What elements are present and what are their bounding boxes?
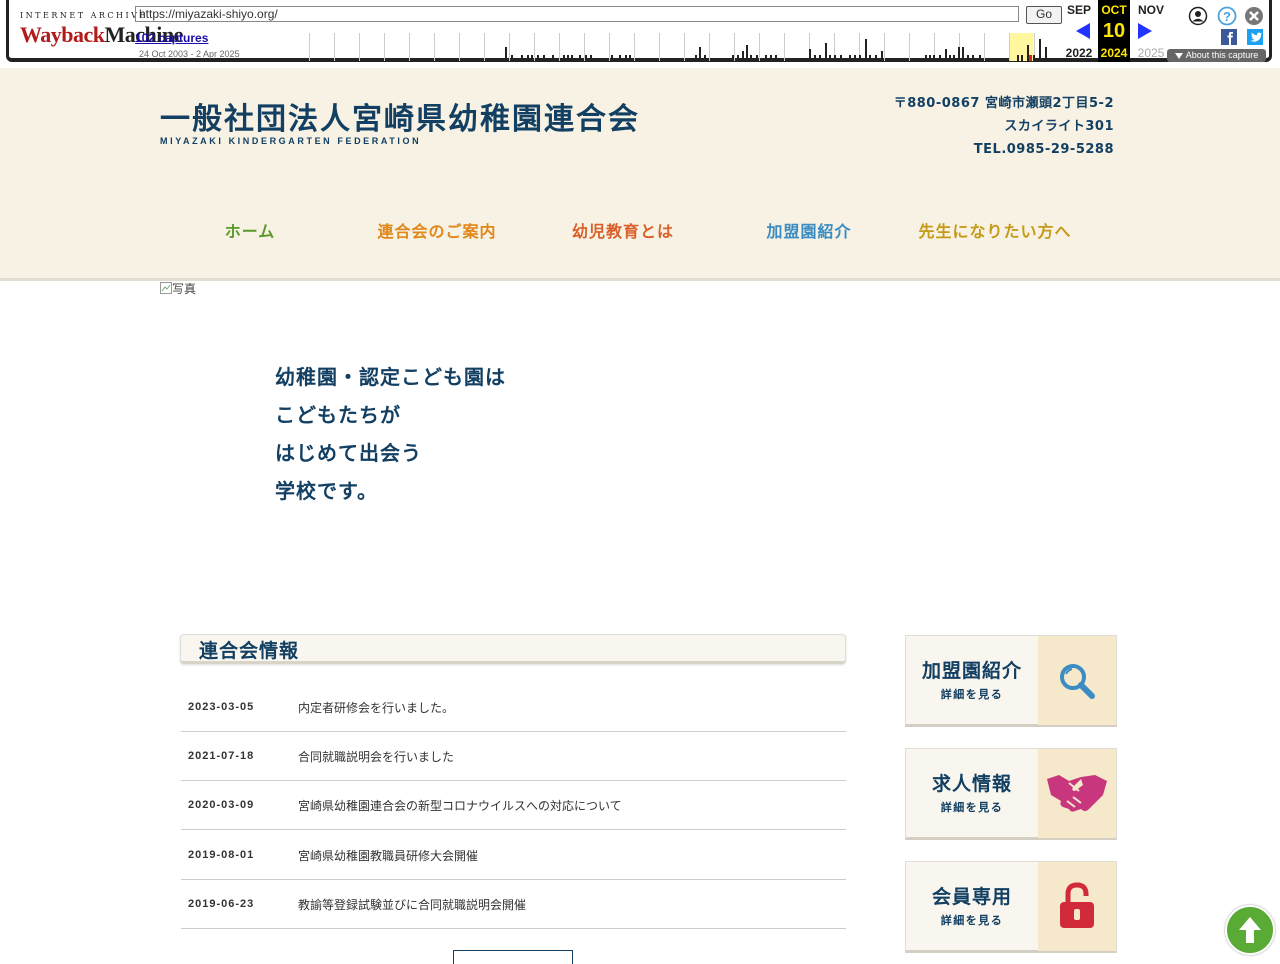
card-members-only[interactable]: 会員専用 詳細を見る (905, 861, 1117, 953)
news-date: 2021-07-18 (188, 750, 255, 762)
hero-line: 幼稚園・認定こども園は (275, 365, 506, 389)
news-date: 2019-08-01 (188, 849, 255, 861)
nav-item-home[interactable]: ホーム (160, 218, 340, 242)
wayback-next-month[interactable]: NOV (1132, 3, 1170, 17)
wayback-calendar: SEP OCT NOV 10 2022 2024 2025 (1060, 0, 1176, 62)
broken-image-icon (160, 282, 172, 294)
wayback-prev-year[interactable]: 2022 (1060, 46, 1098, 60)
news-item[interactable]: 2019-06-23 教諭等登録試験並びに合同就職説明会開催 (181, 880, 846, 929)
wayback-next-arrow-icon[interactable] (1138, 23, 1152, 39)
card-title: 求人情報 (931, 773, 1012, 795)
news-link[interactable]: 内定者研修会を行いました。 (298, 699, 454, 716)
wayback-prev-arrow-icon[interactable] (1076, 23, 1090, 39)
hero-line: こどもたちが (275, 403, 401, 427)
news-section-header: 連合会情報 (180, 634, 846, 664)
arrow-up-icon (1239, 917, 1261, 943)
wayback-toolbar: INTERNET ARCHIVE WaybackMachine https://… (0, 0, 1280, 68)
wayback-go-button[interactable]: Go (1026, 6, 1062, 24)
address-line: スカイライト301 (1004, 119, 1114, 134)
address-line: 〒880-0867 宮崎市瀬頭2丁目5-2 (893, 96, 1114, 111)
wayback-current-day: 10 (1102, 20, 1126, 42)
news-link[interactable]: 教諭等登録試験並びに合同就職説明会開催 (298, 896, 526, 913)
user-icon[interactable] (1188, 6, 1208, 26)
hero-line: はじめて出会う (275, 441, 422, 465)
news-link[interactable]: 宮崎県幼稚園教職員研修大会開催 (298, 847, 478, 864)
news-link[interactable]: 宮崎県幼稚園連合会の新型コロナウイルスへの対応について (298, 797, 622, 814)
main-nav: ホーム 連合会のご案内 幼児教育とは 加盟園紹介 先生になりたい方へ (160, 218, 1120, 248)
site-subtitle: MIYAZAKI KINDERGARTEN FEDERATION (160, 136, 422, 146)
card-title: 会員専用 (931, 886, 1012, 908)
hero-line: 学校です。 (275, 479, 378, 503)
handshake-icon (1047, 775, 1107, 812)
wayback-logo-caption: INTERNET ARCHIVE (20, 11, 148, 20)
lock-icon (1060, 882, 1094, 928)
twitter-icon[interactable] (1247, 29, 1263, 45)
nav-item-education[interactable]: 幼児教育とは (533, 218, 713, 242)
card-job-info[interactable]: 求人情報 詳細を見る (905, 748, 1117, 840)
triangle-down-icon (1174, 52, 1183, 59)
site-header: 一般社団法人宮崎県幼稚園連合会 MIYAZAKI KINDERGARTEN FE… (0, 68, 1280, 281)
news-date: 2019-06-23 (188, 898, 255, 910)
news-link[interactable]: 合同就職説明会を行いました (298, 748, 454, 765)
wayback-url-input[interactable]: https://miyazaki-shiyo.org/ (135, 6, 1019, 22)
card-member-schools[interactable]: 加盟園紹介 詳細を見る (905, 635, 1117, 727)
news-item[interactable]: 2019-08-01 宮崎県幼稚園教職員研修大会開催 (181, 831, 846, 880)
wayback-about-label: About this capture (1185, 50, 1259, 60)
site-address: 〒880-0867 宮崎市瀬頭2丁目5-2 スカイライト301 TEL.0985… (894, 92, 1114, 161)
wayback-captures-link[interactable]: 102 captures (135, 31, 208, 45)
wayback-capture-range: 24 Oct 2003 - 2 Apr 2025 (139, 49, 240, 59)
card-detail-link[interactable]: 詳細を見る (906, 686, 1038, 702)
wayback-current-year: 2024 (1100, 46, 1128, 60)
close-icon[interactable] (1244, 6, 1264, 26)
search-icon (1060, 664, 1095, 699)
svg-text:?: ? (1223, 9, 1231, 24)
card-icon-box (1038, 749, 1116, 838)
back-to-top-button[interactable] (1225, 905, 1275, 955)
news-date: 2020-03-09 (188, 799, 255, 811)
card-detail-link[interactable]: 詳細を見る (906, 912, 1038, 928)
card-icon-box (1038, 636, 1116, 725)
card-icon-box (1038, 862, 1116, 951)
wayback-sparkline[interactable] (309, 33, 1059, 61)
wayback-next-year: 2025 (1137, 46, 1165, 60)
help-icon[interactable]: ? (1217, 6, 1237, 26)
hero-image: 写真 (160, 280, 196, 297)
nav-item-members[interactable]: 加盟園紹介 (719, 218, 899, 242)
news-more-button[interactable] (453, 950, 573, 964)
news-item[interactable]: 2020-03-09 宮崎県幼稚園連合会の新型コロナウイルスへの対応について (181, 781, 846, 830)
card-title: 加盟園紹介 (921, 660, 1022, 682)
news-item[interactable]: 2021-07-18 合同就職説明会を行いました (181, 732, 846, 781)
nav-item-about[interactable]: 連合会のご案内 (347, 218, 527, 242)
wayback-current-month: OCT (1101, 3, 1127, 17)
news-date: 2023-03-05 (188, 701, 255, 713)
wayback-prev-month[interactable]: SEP (1060, 3, 1098, 17)
site-title[interactable]: 一般社団法人宮崎県幼稚園連合会 (160, 94, 640, 138)
hero-image-alt: 写真 (172, 282, 197, 296)
facebook-icon[interactable] (1221, 29, 1237, 45)
card-detail-link[interactable]: 詳細を見る (906, 799, 1038, 815)
news-section-title: 連合会情報 (199, 640, 300, 662)
hero-catchcopy: 幼稚園・認定こども園は こどもたちが はじめて出会う 学校です。 (275, 358, 506, 510)
wayback-logo-red: Wayback (20, 22, 105, 47)
address-phone: TEL.0985-29-5288 (973, 142, 1114, 157)
wayback-about-capture-button[interactable]: About this capture (1167, 49, 1266, 62)
nav-item-teachers[interactable]: 先生になりたい方へ (905, 218, 1085, 242)
news-item[interactable]: 2023-03-05 内定者研修会を行いました。 (181, 683, 846, 732)
